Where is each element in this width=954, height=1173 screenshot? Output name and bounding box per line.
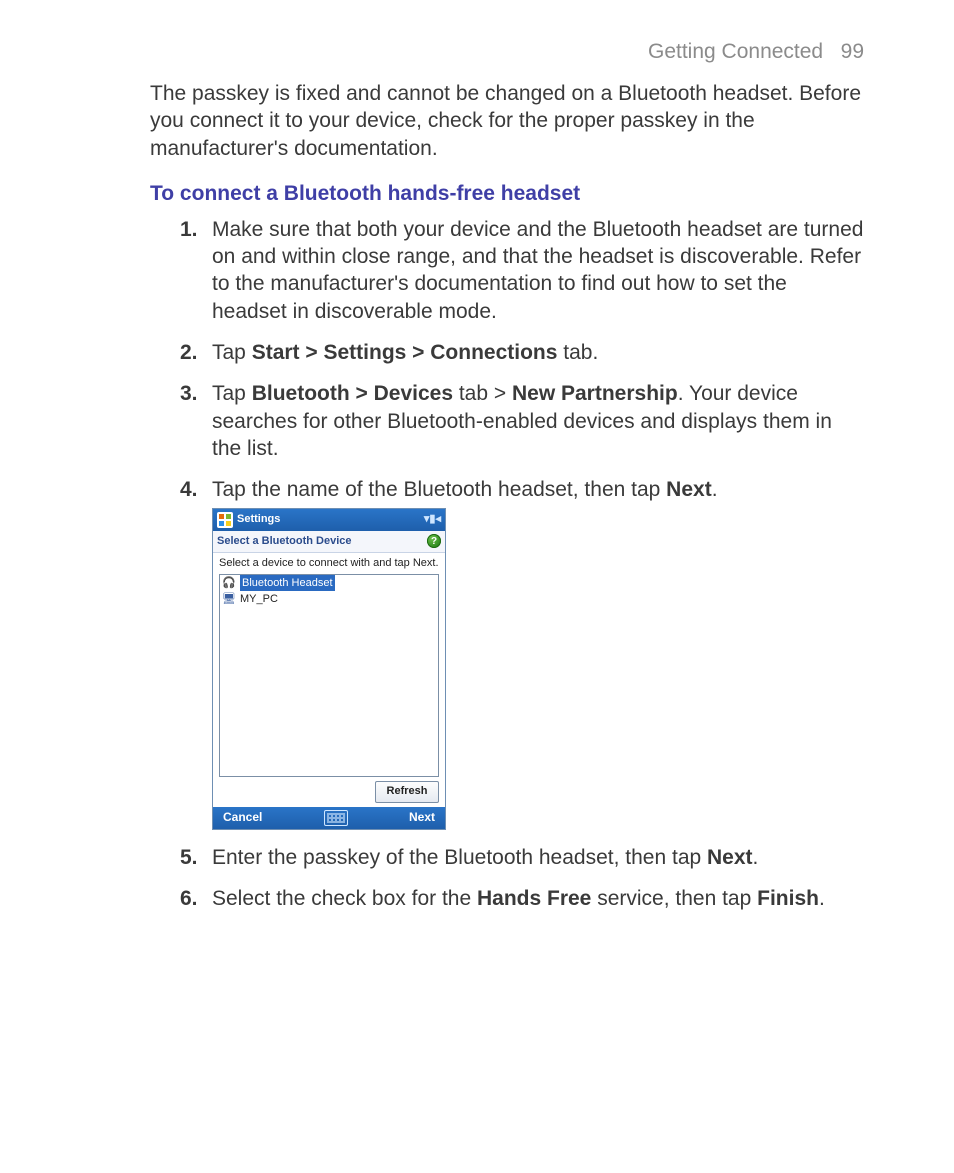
step-text: Tap Bluetooth > Devices tab > New Partne… xyxy=(212,382,832,460)
document-page: Getting Connected 99 The passkey is fixe… xyxy=(0,0,954,1173)
step-number: 2. xyxy=(180,339,198,366)
step-text: Tap the name of the Bluetooth headset, t… xyxy=(212,478,718,501)
section-name: Getting Connected xyxy=(648,40,823,63)
step-1: 1. Make sure that both your device and t… xyxy=(180,216,864,325)
device-listbox[interactable]: 🎧 Bluetooth Headset 🖥 MY_PC xyxy=(219,574,439,777)
refresh-button[interactable]: Refresh xyxy=(375,781,439,803)
step-number: 5. xyxy=(180,844,198,871)
start-icon[interactable] xyxy=(217,512,233,528)
device-title: Settings xyxy=(237,512,424,526)
list-item-label: Bluetooth Headset xyxy=(240,575,335,591)
step-text: Select the check box for the Hands Free … xyxy=(212,887,825,910)
list-item[interactable]: 🖥 MY_PC xyxy=(220,591,438,607)
status-icons: ▾▮◂ xyxy=(424,512,441,526)
intro-paragraph: The passkey is fixed and cannot be chang… xyxy=(150,80,864,162)
step-text: Make sure that both your device and the … xyxy=(212,218,863,323)
computer-icon: 🖥 xyxy=(222,592,236,606)
step-text: Tap Start > Settings > Connections tab. xyxy=(212,341,598,364)
refresh-row: Refresh xyxy=(219,777,439,807)
step-number: 1. xyxy=(180,216,198,243)
step-6: 6. Select the check box for the Hands Fr… xyxy=(180,885,864,912)
step-2: 2. Tap Start > Settings > Connections ta… xyxy=(180,339,864,366)
step-4: 4. Tap the name of the Bluetooth headset… xyxy=(180,476,864,829)
page-number: 99 xyxy=(841,40,864,63)
headset-icon: 🎧 xyxy=(222,576,236,590)
step-3: 3. Tap Bluetooth > Devices tab > New Par… xyxy=(180,380,864,462)
next-button[interactable]: Next xyxy=(409,810,435,826)
step-number: 6. xyxy=(180,885,198,912)
device-screenshot: Settings ▾▮◂ Select a Bluetooth Device ?… xyxy=(212,508,446,830)
subbar-title: Select a Bluetooth Device xyxy=(217,534,352,548)
page-header: Getting Connected 99 xyxy=(150,40,864,64)
device-instruction: Select a device to connect with and tap … xyxy=(219,557,439,570)
section-title: To connect a Bluetooth hands-free headse… xyxy=(150,182,864,206)
device-body: Select a device to connect with and tap … xyxy=(213,553,445,807)
step-number: 3. xyxy=(180,380,198,407)
device-titlebar: Settings ▾▮◂ xyxy=(213,509,445,531)
device-subbar: Select a Bluetooth Device ? xyxy=(213,531,445,553)
step-5: 5. Enter the passkey of the Bluetooth he… xyxy=(180,844,864,871)
device-bottombar: Cancel Next xyxy=(213,807,445,829)
list-item[interactable]: 🎧 Bluetooth Headset xyxy=(220,575,438,591)
steps-list: 1. Make sure that both your device and t… xyxy=(180,216,864,912)
step-text: Enter the passkey of the Bluetooth heads… xyxy=(212,846,758,869)
help-icon[interactable]: ? xyxy=(427,534,441,548)
step-number: 4. xyxy=(180,476,198,503)
cancel-button[interactable]: Cancel xyxy=(223,810,262,826)
keyboard-icon[interactable] xyxy=(324,810,348,826)
list-item-label: MY_PC xyxy=(240,591,278,607)
signal-icon: ▾▮◂ xyxy=(424,512,441,526)
